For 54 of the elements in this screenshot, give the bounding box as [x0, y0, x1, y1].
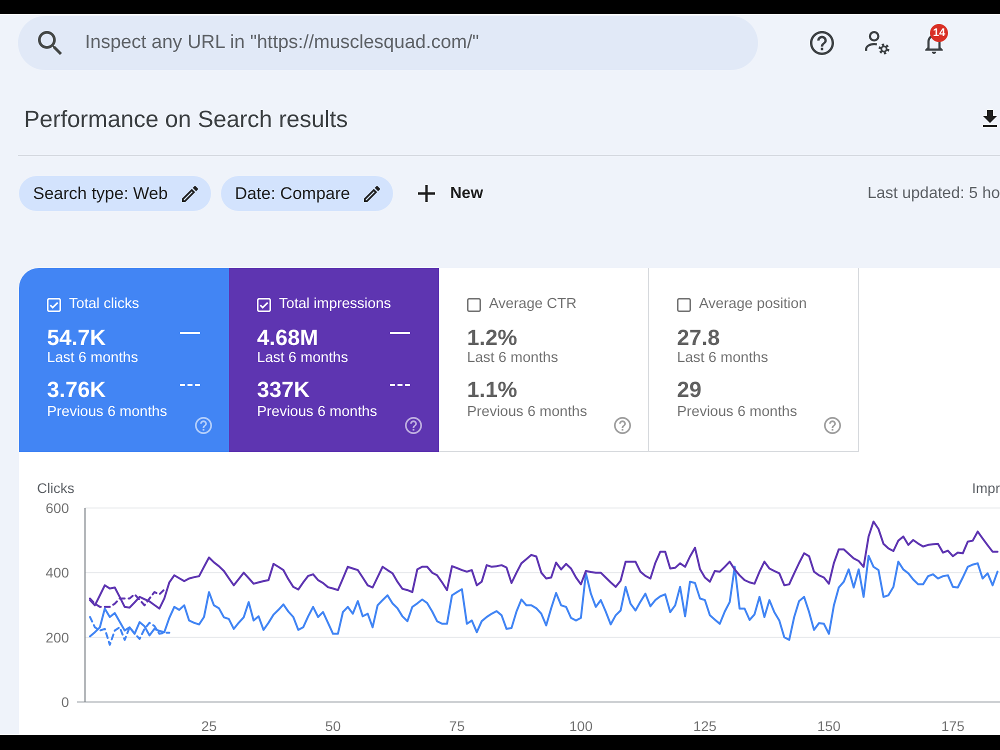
metric-label: Average position	[699, 296, 807, 313]
period-label: Previous 6 months	[47, 404, 168, 421]
axis-tick-label: 125	[693, 718, 717, 734]
period-label: Last 6 months	[257, 350, 350, 367]
pencil-icon	[182, 186, 198, 202]
metric-label: Total impressions	[279, 296, 392, 313]
plus-icon	[418, 185, 436, 202]
pencil-icon	[364, 186, 380, 202]
metric-label: Total clicks	[69, 296, 140, 313]
legend-line-icon	[390, 332, 410, 334]
period-label: Previous 6 months	[257, 404, 378, 421]
period-label: Last 6 months	[677, 350, 770, 367]
period-label: Last 6 months	[47, 350, 140, 367]
axis-tick-label: 600	[46, 500, 69, 516]
axis-tick-label: 100	[569, 718, 593, 734]
period-label: Previous 6 months	[677, 404, 798, 421]
search-field[interactable]: Inspect any URL in "https://musclesquad.com/"	[18, 16, 758, 70]
help-icon[interactable]	[405, 417, 422, 434]
axis-tick-label: 200	[46, 629, 69, 646]
metric-value: 337K	[257, 378, 310, 402]
axis-tick-label: 75	[449, 718, 465, 734]
axis-tick-label: 175	[941, 718, 965, 734]
axis-tick-label: 50	[325, 718, 341, 734]
period-label: Last 6 months	[467, 350, 560, 367]
metric-value: 3.76K	[47, 378, 106, 402]
filter-chip[interactable]: Search type: Web	[19, 176, 211, 211]
new-filter-button[interactable]: New	[416, 176, 486, 211]
axis-title: Impr	[972, 480, 1000, 496]
legend-dashed-line-icon	[180, 384, 200, 386]
last-updated-text: Last updated: 5 ho	[867, 184, 1000, 202]
axis-tick-label: 400	[46, 564, 69, 581]
metric-value: 29	[677, 378, 702, 402]
axis-tick-label: 25	[201, 718, 217, 734]
axis-tick-label: 0	[61, 694, 69, 710]
legend-dashed-line-icon	[390, 384, 410, 386]
checkbox[interactable]	[467, 298, 481, 312]
filter-chip[interactable]: Date: Compare	[220, 176, 394, 211]
search-icon	[38, 31, 62, 55]
metric-value: 4.68M	[257, 326, 318, 350]
axis-tick-label: 150	[817, 718, 841, 734]
person-gear-icon[interactable]	[865, 31, 890, 55]
metric-value: 54.7K	[47, 326, 106, 350]
legend-line-icon	[180, 332, 200, 334]
metric-value: 1.1%	[467, 378, 518, 402]
notification-badge: 14	[930, 24, 948, 42]
period-label: Previous 6 months	[467, 404, 588, 421]
page-title: Performance on Search results	[24, 105, 348, 133]
axis-title: Clicks	[37, 480, 74, 496]
checkbox[interactable]	[677, 298, 691, 312]
metric-label: Average CTR	[489, 296, 577, 313]
download-icon[interactable]	[983, 110, 997, 127]
help-icon[interactable]	[810, 31, 834, 55]
metric-value: 1.2%	[467, 326, 518, 350]
metric-value: 27.8	[677, 326, 720, 350]
